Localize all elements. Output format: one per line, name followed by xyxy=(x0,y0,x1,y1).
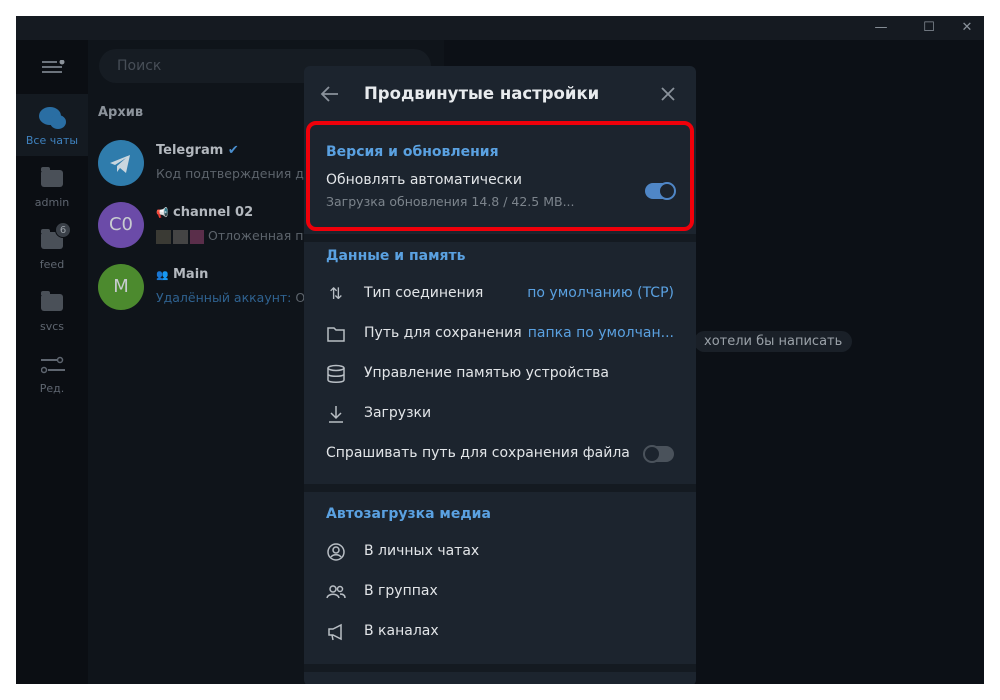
dialog-title: Продвинутые настройки xyxy=(364,84,600,103)
download-icon xyxy=(329,406,343,423)
media-thumbnails xyxy=(156,229,204,244)
row-label: Управление памятью устройства xyxy=(364,365,610,381)
rail-label: admin xyxy=(34,196,70,209)
empty-chat-hint: хотели бы написать xyxy=(694,331,853,352)
private-chats-row[interactable]: В личных чатах xyxy=(304,532,696,572)
row-label: Спрашивать путь для сохранения файла xyxy=(326,445,630,461)
ask-save-path-row[interactable]: Спрашивать путь для сохранения файла xyxy=(304,434,696,474)
title-bar: — ☐ ✕ xyxy=(16,16,984,40)
chat-preview: Код подтверждения для xyxy=(156,166,320,181)
row-label: Загрузки xyxy=(364,405,432,421)
close-icon xyxy=(661,87,675,101)
avatar: C0 xyxy=(98,202,144,248)
ask-save-path-toggle[interactable] xyxy=(643,445,674,463)
group-icon: 👥 xyxy=(156,270,169,281)
folder-feed[interactable]: 6 feed xyxy=(16,218,88,280)
rail-label: feed xyxy=(39,258,65,271)
arrows-up-down-icon: ⇅ xyxy=(329,284,343,303)
chat-name: 👥 Main xyxy=(156,267,209,282)
save-path-row[interactable]: Путь для сохранения папка по умолчан... xyxy=(304,314,696,354)
arrow-left-icon xyxy=(320,86,338,102)
advanced-settings-dialog: Продвинутые настройки Версия и обновлени… xyxy=(304,66,696,684)
row-label: Тип соединения xyxy=(364,285,484,301)
folder-svcs[interactable]: svcs xyxy=(16,280,88,342)
row-label: В каналах xyxy=(364,623,439,639)
channels-row[interactable]: В каналах xyxy=(304,612,696,652)
telegram-logo-icon xyxy=(110,155,130,173)
divider xyxy=(304,234,696,242)
folders-sidebar: Все чаты admin 6 feed svcs Ред. xyxy=(16,40,88,684)
row-label: В группах xyxy=(364,583,438,599)
folder-all-chats[interactable]: Все чаты xyxy=(16,94,88,156)
telegram-window: — ☐ ✕ Все чаты admin 6 feed svcs Ред. По… xyxy=(16,16,984,684)
chat-name: 📢 channel 02 xyxy=(156,205,254,220)
back-button[interactable] xyxy=(320,84,340,108)
row-label: В личных чатах xyxy=(364,543,480,559)
users-icon xyxy=(326,585,346,599)
connection-type-row[interactable]: ⇅ Тип соединения по умолчанию (TCP) xyxy=(304,274,696,314)
folder-outline-icon xyxy=(327,327,345,342)
section-data: Данные и память ⇅ Тип соединения по умол… xyxy=(304,242,696,476)
verified-icon: ✔ xyxy=(227,143,239,158)
chat-preview: Удалённый аккаунт: Отл xyxy=(156,290,321,305)
rail-label: svcs xyxy=(39,320,65,333)
hamburger-icon xyxy=(42,59,65,73)
row-value: папка по умолчан... xyxy=(527,325,674,341)
user-circle-icon xyxy=(327,543,345,561)
edit-folders[interactable]: Ред. xyxy=(16,342,88,404)
close-dialog-button[interactable] xyxy=(660,86,676,106)
downloads-row[interactable]: Загрузки xyxy=(304,394,696,434)
chats-icon xyxy=(39,107,66,129)
storage-management-row[interactable]: Управление памятью устройства xyxy=(304,354,696,394)
section-header: Данные и память xyxy=(326,248,466,264)
avatar xyxy=(98,140,144,186)
highlight-frame xyxy=(306,121,694,231)
divider xyxy=(304,664,696,672)
maximize-button[interactable]: ☐ xyxy=(914,18,944,38)
edit-filters-icon xyxy=(41,356,65,374)
row-label: Путь для сохранения xyxy=(364,325,522,341)
chat-preview: Отложенная пу xyxy=(156,228,311,244)
menu-button[interactable] xyxy=(42,59,65,74)
close-window-button[interactable]: ✕ xyxy=(952,18,982,38)
rail-label: Ред. xyxy=(39,382,65,395)
archive-header[interactable]: Архив xyxy=(98,105,143,120)
unread-badge: 6 xyxy=(55,222,71,238)
channel-icon: 📢 xyxy=(156,208,169,219)
folder-icon xyxy=(41,167,63,187)
megaphone-icon xyxy=(328,623,342,641)
rail-label: Все чаты xyxy=(25,134,79,147)
chat-name: Telegram ✔ xyxy=(156,143,239,158)
groups-row[interactable]: В группах xyxy=(304,572,696,612)
avatar: M xyxy=(98,264,144,310)
folder-icon xyxy=(41,291,63,311)
folder-admin[interactable]: admin xyxy=(16,156,88,218)
section-media-autodownload: Автозагрузка медиа В личных чатах В груп… xyxy=(304,492,696,664)
row-value: по умолчанию (TCP) xyxy=(527,285,674,301)
database-icon xyxy=(327,364,345,383)
minimize-button[interactable]: — xyxy=(866,18,896,38)
section-header: Автозагрузка медиа xyxy=(326,506,491,522)
divider xyxy=(304,484,696,492)
